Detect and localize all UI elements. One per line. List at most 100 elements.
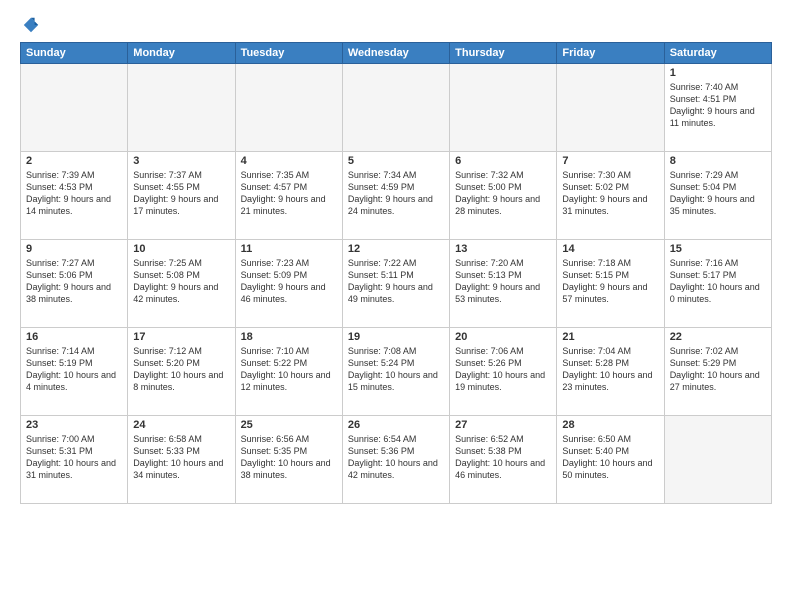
calendar-cell: 25 Sunrise: 6:56 AMSunset: 5:35 PMDayligh… xyxy=(235,416,342,504)
calendar-cell: 1 Sunrise: 7:40 AMSunset: 4:51 PMDaylight… xyxy=(664,64,771,152)
calendar-cell xyxy=(557,64,664,152)
calendar-cell: 20 Sunrise: 7:06 AMSunset: 5:26 PMDayligh… xyxy=(450,328,557,416)
col-sunday: Sunday xyxy=(21,43,128,64)
day-info: Sunrise: 7:37 AMSunset: 4:55 PMDaylight:… xyxy=(133,169,229,218)
calendar-cell: 28 Sunrise: 6:50 AMSunset: 5:40 PMDayligh… xyxy=(557,416,664,504)
day-number: 15 xyxy=(670,243,766,255)
calendar-cell: 2 Sunrise: 7:39 AMSunset: 4:53 PMDaylight… xyxy=(21,152,128,240)
calendar-cell: 16 Sunrise: 7:14 AMSunset: 5:19 PMDayligh… xyxy=(21,328,128,416)
page: Sunday Monday Tuesday Wednesday Thursday… xyxy=(0,0,792,514)
calendar-cell xyxy=(450,64,557,152)
calendar-cell: 19Sunrise: 7:08 AMSunset: 5:24 PMDayligh… xyxy=(342,328,449,416)
day-number: 20 xyxy=(455,331,551,343)
week-row-0: 1 Sunrise: 7:40 AMSunset: 4:51 PMDaylight… xyxy=(21,64,772,152)
day-info: Sunrise: 7:02 AMSunset: 5:29 PMDaylight:… xyxy=(670,345,766,394)
day-info: Sunrise: 7:12 AMSunset: 5:20 PMDaylight:… xyxy=(133,345,229,394)
day-number: 24 xyxy=(133,419,229,431)
day-number: 26 xyxy=(348,419,444,431)
day-info: Sunrise: 7:29 AMSunset: 5:04 PMDaylight:… xyxy=(670,169,766,218)
day-info: Sunrise: 7:00 AMSunset: 5:31 PMDaylight:… xyxy=(26,433,122,482)
calendar-cell xyxy=(342,64,449,152)
day-info: Sunrise: 6:50 AMSunset: 5:40 PMDaylight:… xyxy=(562,433,658,482)
header xyxy=(20,16,772,34)
calendar-cell: 27 Sunrise: 6:52 AMSunset: 5:38 PMDayligh… xyxy=(450,416,557,504)
day-number: 2 xyxy=(26,155,122,167)
day-info: Sunrise: 7:08 AMSunset: 5:24 PMDaylight:… xyxy=(348,345,444,394)
day-number: 16 xyxy=(26,331,122,343)
day-info: Sunrise: 7:27 AMSunset: 5:06 PMDaylight:… xyxy=(26,257,122,306)
day-info: Sunrise: 7:40 AMSunset: 4:51 PMDaylight:… xyxy=(670,81,766,130)
day-info: Sunrise: 7:35 AMSunset: 4:57 PMDaylight:… xyxy=(241,169,337,218)
col-friday: Friday xyxy=(557,43,664,64)
day-info: Sunrise: 7:14 AMSunset: 5:19 PMDaylight:… xyxy=(26,345,122,394)
calendar-cell: 26 Sunrise: 6:54 AMSunset: 5:36 PMDayligh… xyxy=(342,416,449,504)
day-number: 8 xyxy=(670,155,766,167)
day-info: Sunrise: 7:30 AMSunset: 5:02 PMDaylight:… xyxy=(562,169,658,218)
calendar-cell: 9 Sunrise: 7:27 AMSunset: 5:06 PMDaylight… xyxy=(21,240,128,328)
day-number: 17 xyxy=(133,331,229,343)
day-number: 10 xyxy=(133,243,229,255)
day-number: 6 xyxy=(455,155,551,167)
calendar-cell: 7 Sunrise: 7:30 AMSunset: 5:02 PMDaylight… xyxy=(557,152,664,240)
week-row-4: 23 Sunrise: 7:00 AMSunset: 5:31 PMDayligh… xyxy=(21,416,772,504)
calendar-cell: 12 Sunrise: 7:22 AMSunset: 5:11 PMDayligh… xyxy=(342,240,449,328)
weekday-header-row: Sunday Monday Tuesday Wednesday Thursday… xyxy=(21,43,772,64)
day-info: Sunrise: 7:18 AMSunset: 5:15 PMDaylight:… xyxy=(562,257,658,306)
day-number: 5 xyxy=(348,155,444,167)
day-number: 12 xyxy=(348,243,444,255)
day-number: 28 xyxy=(562,419,658,431)
day-number: 9 xyxy=(26,243,122,255)
week-row-2: 9 Sunrise: 7:27 AMSunset: 5:06 PMDaylight… xyxy=(21,240,772,328)
day-info: Sunrise: 7:22 AMSunset: 5:11 PMDaylight:… xyxy=(348,257,444,306)
calendar-cell: 23 Sunrise: 7:00 AMSunset: 5:31 PMDayligh… xyxy=(21,416,128,504)
day-number: 21 xyxy=(562,331,658,343)
day-number: 4 xyxy=(241,155,337,167)
day-info: Sunrise: 6:54 AMSunset: 5:36 PMDaylight:… xyxy=(348,433,444,482)
day-info: Sunrise: 6:52 AMSunset: 5:38 PMDaylight:… xyxy=(455,433,551,482)
calendar-cell: 4 Sunrise: 7:35 AMSunset: 4:57 PMDaylight… xyxy=(235,152,342,240)
day-number: 23 xyxy=(26,419,122,431)
day-number: 13 xyxy=(455,243,551,255)
logo xyxy=(20,16,42,34)
day-info: Sunrise: 7:10 AMSunset: 5:22 PMDaylight:… xyxy=(241,345,337,394)
calendar-cell: 15 Sunrise: 7:16 AMSunset: 5:17 PMDayligh… xyxy=(664,240,771,328)
col-wednesday: Wednesday xyxy=(342,43,449,64)
week-row-1: 2 Sunrise: 7:39 AMSunset: 4:53 PMDaylight… xyxy=(21,152,772,240)
day-info: Sunrise: 7:04 AMSunset: 5:28 PMDaylight:… xyxy=(562,345,658,394)
day-number: 3 xyxy=(133,155,229,167)
col-tuesday: Tuesday xyxy=(235,43,342,64)
day-number: 1 xyxy=(670,67,766,79)
week-row-3: 16 Sunrise: 7:14 AMSunset: 5:19 PMDayligh… xyxy=(21,328,772,416)
calendar-cell: 6 Sunrise: 7:32 AMSunset: 5:00 PMDaylight… xyxy=(450,152,557,240)
day-number: 11 xyxy=(241,243,337,255)
day-number: 14 xyxy=(562,243,658,255)
calendar-cell: 18 Sunrise: 7:10 AMSunset: 5:22 PMDayligh… xyxy=(235,328,342,416)
day-number: 18 xyxy=(241,331,337,343)
day-info: Sunrise: 7:16 AMSunset: 5:17 PMDaylight:… xyxy=(670,257,766,306)
calendar-cell: 22 Sunrise: 7:02 AMSunset: 5:29 PMDayligh… xyxy=(664,328,771,416)
day-number: 25 xyxy=(241,419,337,431)
day-info: Sunrise: 7:06 AMSunset: 5:26 PMDaylight:… xyxy=(455,345,551,394)
calendar-cell xyxy=(128,64,235,152)
calendar-cell: 17 Sunrise: 7:12 AMSunset: 5:20 PMDayligh… xyxy=(128,328,235,416)
col-monday: Monday xyxy=(128,43,235,64)
calendar-cell: 11 Sunrise: 7:23 AMSunset: 5:09 PMDayligh… xyxy=(235,240,342,328)
calendar-cell xyxy=(664,416,771,504)
col-saturday: Saturday xyxy=(664,43,771,64)
calendar-cell: 13Sunrise: 7:20 AMSunset: 5:13 PMDayligh… xyxy=(450,240,557,328)
calendar-cell: 3 Sunrise: 7:37 AMSunset: 4:55 PMDaylight… xyxy=(128,152,235,240)
day-info: Sunrise: 7:32 AMSunset: 5:00 PMDaylight:… xyxy=(455,169,551,218)
calendar-cell: 21 Sunrise: 7:04 AMSunset: 5:28 PMDayligh… xyxy=(557,328,664,416)
day-number: 7 xyxy=(562,155,658,167)
col-thursday: Thursday xyxy=(450,43,557,64)
logo-icon xyxy=(22,16,40,34)
calendar-cell: 14 Sunrise: 7:18 AMSunset: 5:15 PMDayligh… xyxy=(557,240,664,328)
calendar-cell: 24Sunrise: 6:58 AMSunset: 5:33 PMDayligh… xyxy=(128,416,235,504)
day-number: 22 xyxy=(670,331,766,343)
day-info: Sunrise: 6:56 AMSunset: 5:35 PMDaylight:… xyxy=(241,433,337,482)
day-info: Sunrise: 7:34 AMSunset: 4:59 PMDaylight:… xyxy=(348,169,444,218)
day-info: Sunrise: 7:39 AMSunset: 4:53 PMDaylight:… xyxy=(26,169,122,218)
calendar-cell: 5 Sunrise: 7:34 AMSunset: 4:59 PMDaylight… xyxy=(342,152,449,240)
day-number: 27 xyxy=(455,419,551,431)
day-info: Sunrise: 7:23 AMSunset: 5:09 PMDaylight:… xyxy=(241,257,337,306)
